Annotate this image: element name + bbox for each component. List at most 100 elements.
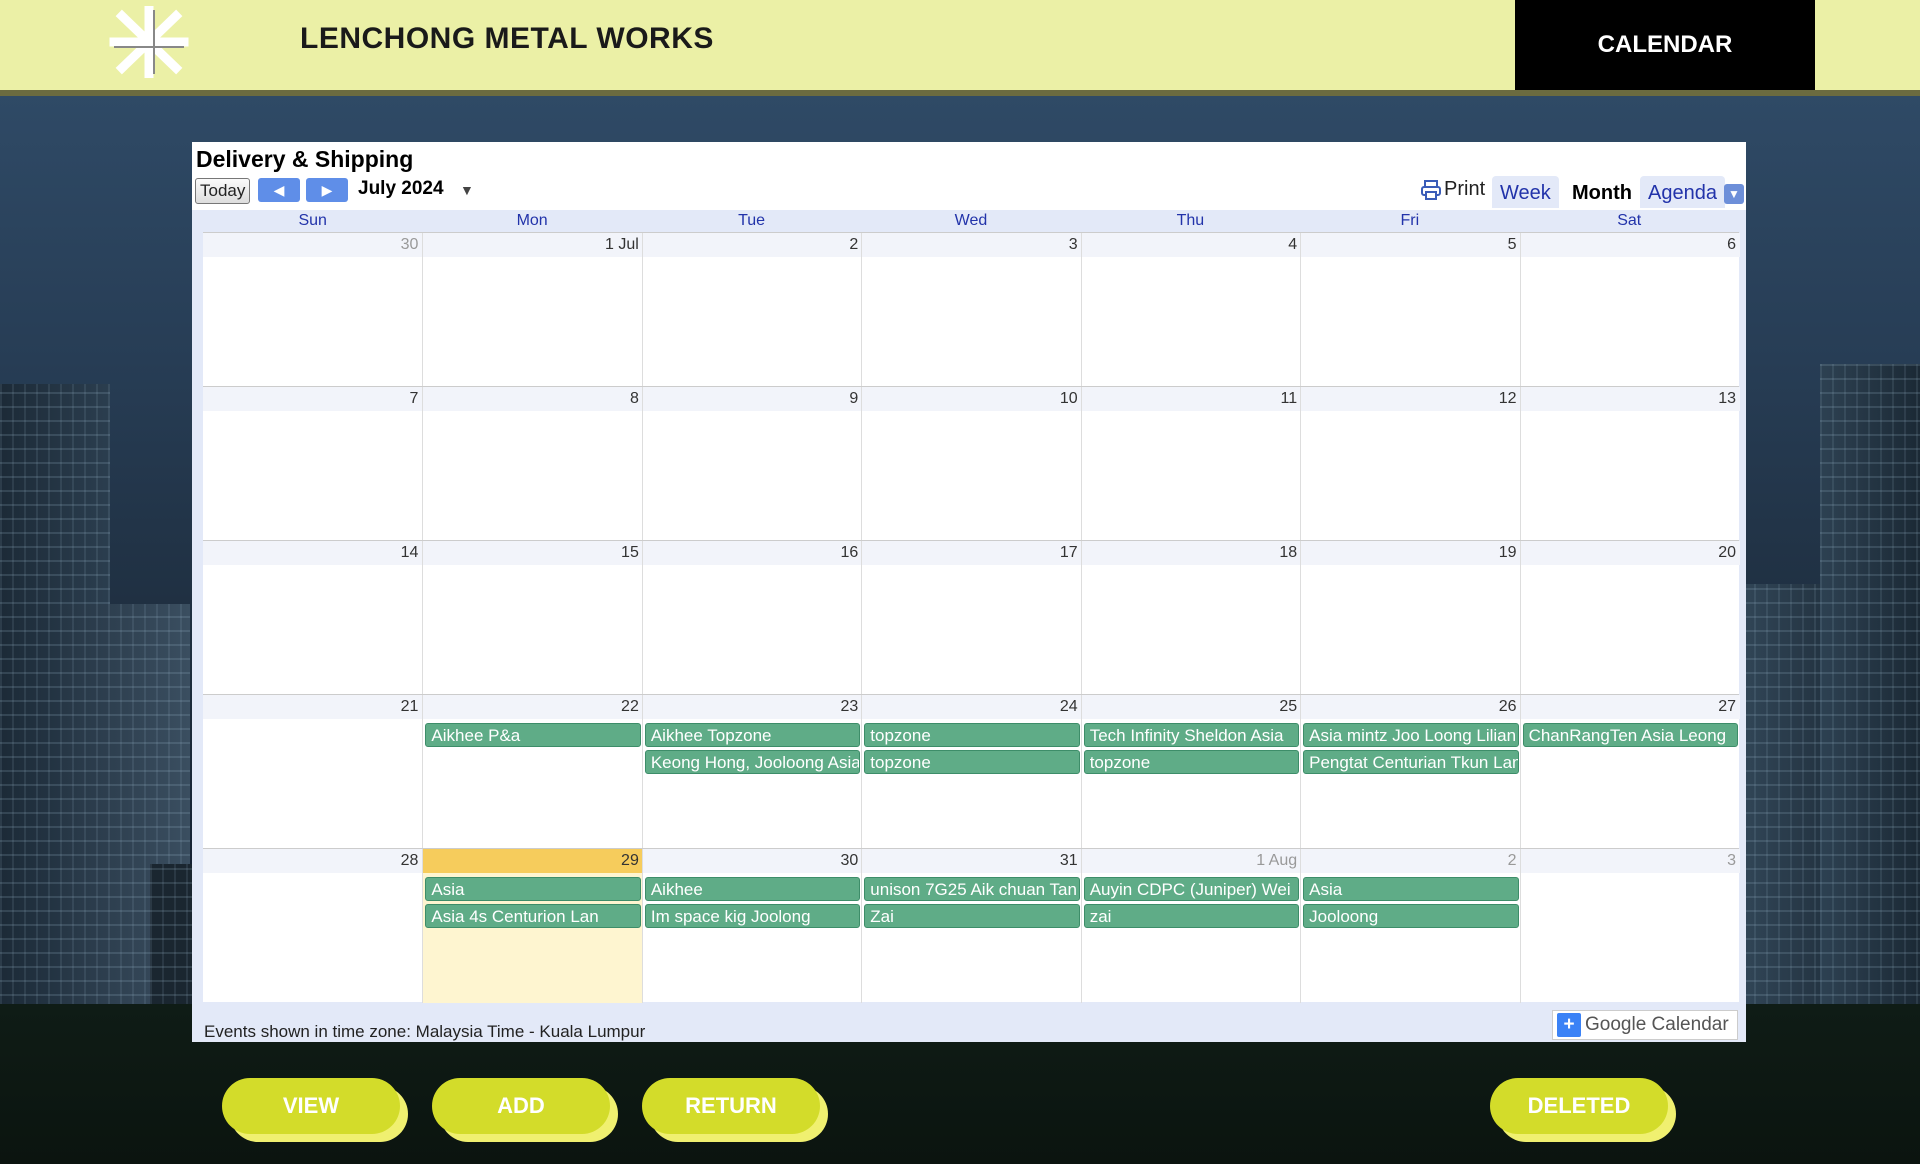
day-cell[interactable]: 8: [422, 387, 643, 541]
weekday-header: Wed: [954, 212, 988, 229]
event-chip[interactable]: Aikhee Topzone: [644, 723, 861, 747]
add-button[interactable]: ADD: [432, 1078, 610, 1134]
month-picker-dropdown[interactable]: ▼: [460, 182, 474, 198]
week-row: 7 8 9 10 11 12 13: [203, 386, 1740, 541]
weekday-header-row: Sun Mon Tue Wed Thu Fri Sat: [203, 210, 1739, 230]
chevron-left-icon: ◀: [273, 182, 285, 198]
event-chip[interactable]: topzone: [1083, 750, 1300, 774]
event-chip[interactable]: Asia: [1303, 877, 1519, 901]
day-number: 3: [1520, 849, 1740, 873]
day-cell[interactable]: 12: [1300, 387, 1521, 541]
today-button[interactable]: Today: [195, 178, 251, 204]
chevron-right-icon: ▶: [321, 182, 333, 198]
event-chip[interactable]: Keong Hong, Jooloong Asia: [644, 750, 861, 774]
day-number: 13: [1520, 387, 1740, 411]
company-logo: [104, 5, 194, 79]
week-row: 21 22 Aikhee P&a 23 Aikhee Topzone Keong Hong…: [203, 694, 1740, 849]
view-button[interactable]: VIEW: [222, 1078, 400, 1134]
day-cell[interactable]: 5: [1300, 233, 1521, 387]
return-button[interactable]: RETURN: [642, 1078, 820, 1134]
view-menu-button[interactable]: ▼: [1724, 184, 1744, 204]
event-chip[interactable]: topzone: [864, 723, 1080, 747]
event-chip[interactable]: zai: [1083, 904, 1300, 928]
day-cell[interactable]: 27 ChanRangTen Asia Leong: [1519, 695, 1740, 849]
event-chip[interactable]: Asia 4s Centurion Lan: [425, 904, 641, 928]
event-chip[interactable]: topzone: [864, 750, 1080, 774]
day-cell[interactable]: 26 Asia mintz Joo Loong Lilian Pengtat Cen…: [1300, 695, 1521, 849]
tab-agenda[interactable]: Agenda: [1640, 176, 1725, 208]
day-cell[interactable]: 16: [641, 541, 863, 695]
event-chip[interactable]: Zai: [864, 904, 1080, 928]
day-cell[interactable]: 24 topzone topzone: [861, 695, 1082, 849]
event-chip[interactable]: Auyin CDPC (Juniper) Wei: [1083, 877, 1300, 901]
tab-month[interactable]: Month: [1564, 176, 1640, 208]
day-number: 22: [423, 695, 643, 719]
print-button[interactable]: Print: [1420, 178, 1485, 201]
event-chip[interactable]: Asia mintz Joo Loong Lilian: [1303, 723, 1519, 747]
day-number: 6: [1520, 233, 1740, 257]
deleted-button[interactable]: DELETED: [1490, 1078, 1668, 1134]
day-cell[interactable]: 31 unison 7G25 Aik chuan Tan Zai: [861, 849, 1082, 1003]
brand-name: LENCHONG METAL WORKS: [300, 22, 714, 55]
day-number: 7: [203, 387, 423, 411]
event-chip[interactable]: ChanRangTen Asia Leong: [1522, 723, 1738, 747]
day-number: 5: [1301, 233, 1521, 257]
day-cell[interactable]: 21: [203, 695, 423, 849]
tab-week[interactable]: Week: [1492, 176, 1559, 208]
day-cell[interactable]: 20: [1519, 541, 1740, 695]
day-cell-today[interactable]: 29 Asia Asia 4s Centurion Lan: [422, 849, 643, 1003]
calendar-panel: Delivery & Shipping Today ◀ ▶ July 2024 …: [192, 142, 1746, 1042]
day-cell[interactable]: 22 Aikhee P&a: [422, 695, 643, 849]
prev-month-button[interactable]: ◀: [258, 178, 300, 202]
day-cell[interactable]: 14: [203, 541, 423, 695]
day-number: 12: [1301, 387, 1521, 411]
day-number: 23: [642, 695, 863, 719]
event-chip[interactable]: unison 7G25 Aik chuan Tan: [864, 877, 1080, 901]
day-cell[interactable]: 25 Tech Infinity Sheldon Asia topzone: [1080, 695, 1302, 849]
day-cell[interactable]: 1 Jul: [422, 233, 643, 387]
day-cell[interactable]: 23 Aikhee Topzone Keong Hong, Jooloong Asi…: [641, 695, 863, 849]
day-cell[interactable]: 7: [203, 387, 423, 541]
day-cell[interactable]: 1 Aug Auyin CDPC (Juniper) Wei zai: [1080, 849, 1302, 1003]
event-chip[interactable]: Asia: [425, 877, 641, 901]
google-calendar-badge[interactable]: + Google Calendar: [1552, 1010, 1738, 1040]
day-cell[interactable]: 3: [861, 233, 1082, 387]
day-cell[interactable]: 30 Aikhee Im space kig Joolong: [641, 849, 863, 1003]
chevron-down-icon: ▼: [460, 182, 474, 198]
day-cell[interactable]: 13: [1519, 387, 1740, 541]
day-cell[interactable]: 3: [1519, 849, 1740, 1003]
day-cell[interactable]: 10: [861, 387, 1082, 541]
day-number: 1 Aug: [1081, 849, 1302, 873]
day-cell[interactable]: 11: [1080, 387, 1302, 541]
weekday-header: Thu: [1176, 212, 1205, 229]
day-cell[interactable]: 4: [1080, 233, 1302, 387]
plus-icon: +: [1557, 1013, 1581, 1037]
calendar-toolbar: Today ◀ ▶ July 2024 ▼ Print Week Month A…: [192, 176, 1746, 208]
event-chip[interactable]: Aikhee: [644, 877, 861, 901]
google-calendar-label: Google Calendar: [1585, 1014, 1729, 1035]
day-number: 16: [642, 541, 863, 565]
day-number: 9: [642, 387, 863, 411]
day-cell[interactable]: 15: [422, 541, 643, 695]
day-cell[interactable]: 2: [641, 233, 863, 387]
event-chip[interactable]: Aikhee P&a: [425, 723, 641, 747]
next-month-button[interactable]: ▶: [306, 178, 348, 202]
event-chip[interactable]: Jooloong: [1303, 904, 1519, 928]
calendar-nav-tab[interactable]: CALENDAR: [1515, 0, 1815, 90]
day-cell[interactable]: 9: [641, 387, 863, 541]
day-cell[interactable]: 2 Asia Jooloong: [1300, 849, 1521, 1003]
day-cell[interactable]: 28: [203, 849, 423, 1003]
print-label: Print: [1444, 178, 1486, 200]
event-chip[interactable]: Im space kig Joolong: [644, 904, 861, 928]
day-number: 17: [862, 541, 1082, 565]
day-number: 11: [1081, 387, 1302, 411]
day-cell[interactable]: 18: [1080, 541, 1302, 695]
day-number: 15: [423, 541, 643, 565]
calendar-title: Delivery & Shipping: [196, 146, 414, 172]
day-cell[interactable]: 30: [203, 233, 423, 387]
event-chip[interactable]: Tech Infinity Sheldon Asia: [1083, 723, 1300, 747]
event-chip[interactable]: Pengtat Centurian Tkun Lan: [1303, 750, 1519, 774]
day-cell[interactable]: 19: [1300, 541, 1521, 695]
day-cell[interactable]: 17: [861, 541, 1082, 695]
day-cell[interactable]: 6: [1519, 233, 1740, 387]
